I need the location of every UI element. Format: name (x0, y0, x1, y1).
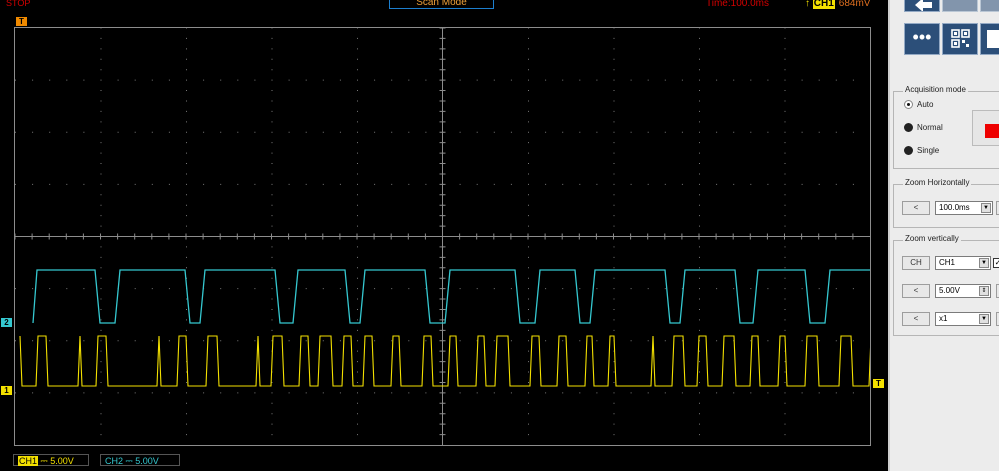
ch2-tag: CH2 (105, 456, 124, 466)
channel-select[interactable]: CH1 ▼ (935, 256, 991, 270)
acq-radio-auto[interactable]: Auto (904, 100, 933, 110)
radio-icon (904, 146, 913, 156)
top-status-bar: STOP Scan Mode Time:100.0ms ↑ CH1 684mV (0, 0, 888, 10)
more-icon: ••• (912, 27, 932, 47)
trigger-info[interactable]: ↑ CH1 684mV (805, 0, 870, 9)
acq-normal-label: Normal (917, 123, 943, 132)
stop-square-icon (985, 124, 999, 138)
ch2-scale-label[interactable]: CH2 ⎓ 5.00V (100, 454, 180, 466)
ch1-waveform (19, 335, 870, 387)
radio-selected-icon (904, 100, 913, 110)
center-axis-ticks (15, 28, 854, 436)
panel-empty-area (890, 340, 999, 471)
timebase-select-value: 100.0ms (939, 203, 970, 212)
radio-icon (904, 123, 913, 133)
channel-select-value: CH1 (939, 258, 956, 267)
acq-radio-single[interactable]: Single (904, 146, 939, 156)
ch1-offset-marker[interactable]: 1 (1, 386, 12, 395)
trigger-slope-icon: ↑ (805, 0, 810, 9)
ch1-scale-label[interactable]: CH1 ⎓ 5.00V (13, 454, 89, 466)
back-arrow-button[interactable] (904, 0, 940, 12)
acquisition-mode-title: Acquisition mode (903, 85, 968, 94)
toolbar-button-3[interactable] (980, 0, 999, 12)
spinner-arrows-icon: ⇕ (979, 286, 989, 296)
timebase-select[interactable]: 100.0ms ▼ (935, 201, 993, 215)
scope-screen[interactable] (14, 27, 871, 446)
acq-auto-label: Auto (917, 100, 934, 109)
acq-radio-normal[interactable]: Normal (904, 123, 943, 133)
run-stop-button[interactable] (972, 110, 999, 146)
dropdown-arrow-icon: ▼ (981, 203, 991, 213)
control-panel: ••• Acquisition mode Auto Normal Single … (888, 0, 999, 471)
volts-div-value: 5.00V (939, 286, 960, 295)
probe-select[interactable]: x1 ▼ (935, 312, 991, 326)
scan-mode-label[interactable]: Scan Mode (389, 0, 494, 9)
acq-single-label: Single (917, 146, 940, 155)
qr-code-icon (951, 29, 970, 48)
arrow-left-icon (915, 0, 932, 12)
ch2-offset-marker[interactable]: 2 (1, 318, 12, 327)
qr-code-button[interactable] (942, 23, 978, 55)
dropdown-arrow-icon: ▼ (979, 314, 989, 324)
zoom-h-decrease-button[interactable]: < (902, 201, 930, 215)
probe-select-value: x1 (939, 314, 948, 323)
trigger-channel: CH1 (812, 0, 835, 9)
trigger-level-marker[interactable]: T (873, 379, 884, 388)
waveform-display (15, 28, 870, 445)
trigger-position-marker[interactable]: T (16, 17, 27, 26)
dropdown-arrow-icon: ▼ (979, 258, 989, 268)
ch2-coupling-icon: ⎓ (125, 456, 133, 466)
ch1-tag: CH1 (18, 456, 39, 466)
zoom-vertical-title: Zoom vertically (903, 234, 961, 243)
grid-dots (15, 28, 854, 436)
forward-arrow-button[interactable] (942, 0, 978, 12)
ch2-waveform (32, 269, 870, 324)
ch2-volts: 5.00V (135, 456, 159, 466)
ch1-coupling-icon: ⎓ (40, 456, 48, 466)
run-state-label[interactable]: STOP (6, 0, 30, 8)
panel-toggle-button[interactable] (980, 23, 999, 55)
volts-div-spinner[interactable]: 5.00V ⇕ (935, 284, 991, 298)
channel-button[interactable]: CH (902, 256, 930, 270)
probe-decrease-button[interactable]: < (902, 312, 930, 326)
timebase-label: Time:100.0ms (706, 0, 769, 9)
oscilloscope-app: STOP Scan Mode Time:100.0ms ↑ CH1 684mV T… (0, 0, 999, 471)
ch1-volts: 5.00V (50, 456, 74, 466)
more-button[interactable]: ••• (904, 23, 940, 55)
zoom-v-decrease-button[interactable]: < (902, 284, 930, 298)
trigger-level: 684mV (838, 0, 871, 9)
channel-enable-checkbox[interactable]: ✓ (993, 258, 999, 268)
zoom-horizontal-title: Zoom Horizontally (903, 178, 972, 187)
